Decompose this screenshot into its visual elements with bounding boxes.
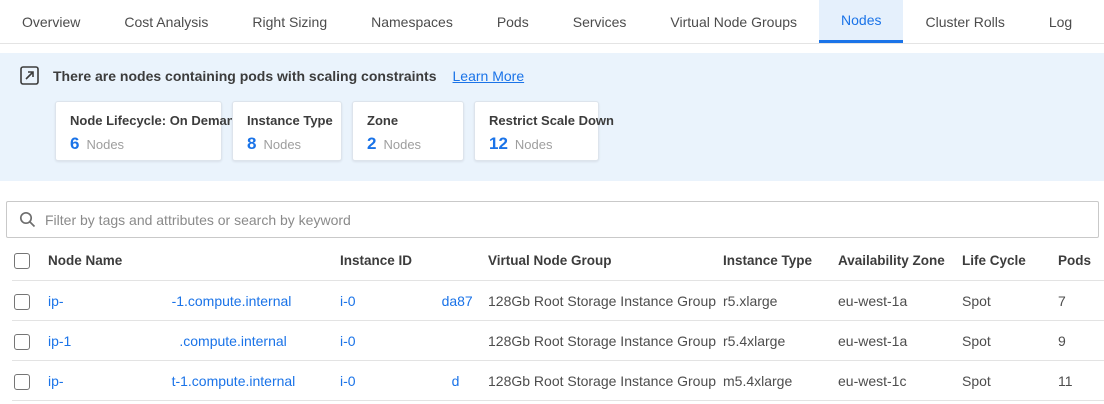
node-name-suffix: -1.compute.internal [172, 293, 292, 309]
instance-id-link[interactable]: i-0 da87 [340, 293, 488, 309]
redacted-text [356, 294, 442, 306]
virtual-node-group-value: 128Gb Root Storage Instance Group [488, 373, 723, 389]
redacted-text [356, 374, 452, 386]
instance-id-prefix: i-0 [340, 333, 356, 349]
redacted-text [64, 374, 172, 386]
row-checkbox[interactable] [14, 374, 30, 390]
scale-out-icon [20, 66, 39, 85]
availability-zone-value: eu-west-1c [838, 373, 962, 389]
pods-count: 11 [1058, 373, 1104, 389]
tab-namespaces[interactable]: Namespaces [349, 0, 475, 43]
tab-right-sizing[interactable]: Right Sizing [230, 0, 349, 43]
pods-count: 9 [1058, 333, 1104, 349]
card-title: Instance Type [247, 113, 327, 128]
tab-cost-analysis[interactable]: Cost Analysis [102, 0, 230, 43]
column-header-node-name[interactable]: Node Name [48, 253, 340, 268]
filter-search-box [6, 201, 1099, 238]
column-header-availability-zone[interactable]: Availability Zone [838, 253, 962, 268]
card-title: Restrict Scale Down [489, 113, 584, 128]
availability-zone-value: eu-west-1a [838, 293, 962, 309]
learn-more-link[interactable]: Learn More [453, 68, 525, 84]
tab-cluster-rolls[interactable]: Cluster Rolls [903, 0, 1026, 43]
availability-zone-value: eu-west-1a [838, 333, 962, 349]
virtual-node-group-value: 128Gb Root Storage Instance Group [488, 333, 723, 349]
instance-id-prefix: i-0 [340, 293, 356, 309]
instance-type-value: m5.4xlarge [723, 373, 838, 389]
node-name-suffix: t-1.compute.internal [172, 373, 296, 389]
node-name-link[interactable]: ip-1 .compute.internal [48, 333, 340, 349]
card-unit: Nodes [383, 137, 421, 152]
pods-count: 7 [1058, 293, 1104, 309]
card-title: Node Lifecycle: On Demand [70, 113, 207, 128]
card-node-lifecycle[interactable]: Node Lifecycle: On Demand 6 Nodes [55, 101, 222, 161]
card-unit: Nodes [86, 137, 124, 152]
card-restrict-scale-down[interactable]: Restrict Scale Down 12 Nodes [474, 101, 599, 161]
virtual-node-group-value: 128Gb Root Storage Instance Group [488, 293, 723, 309]
banner-message: There are nodes containing pods with sca… [53, 68, 437, 84]
search-icon [19, 211, 36, 228]
tab-services[interactable]: Services [551, 0, 649, 43]
card-count: 8 [247, 134, 256, 154]
card-title: Zone [367, 113, 449, 128]
card-unit: Nodes [263, 137, 301, 152]
column-header-virtual-node-group[interactable]: Virtual Node Group [488, 253, 723, 268]
tab-bar: Overview Cost Analysis Right Sizing Name… [0, 0, 1104, 44]
column-header-life-cycle[interactable]: Life Cycle [962, 253, 1058, 268]
scaling-constraints-panel: There are nodes containing pods with sca… [0, 53, 1104, 181]
table-row: ip- -1.compute.internal i-0 da87 128Gb Roo… [0, 281, 1104, 321]
node-name-prefix: ip-1 [48, 333, 71, 349]
card-count: 6 [70, 134, 79, 154]
node-name-link[interactable]: ip- -1.compute.internal [48, 293, 340, 309]
life-cycle-value: Spot [962, 293, 1058, 309]
card-zone[interactable]: Zone 2 Nodes [352, 101, 464, 161]
tab-nodes[interactable]: Nodes [819, 0, 903, 43]
instance-id-link[interactable]: i-0 [340, 333, 488, 349]
table-row: ip-t-1.compute.internal i-0 d 128Gb Root … [0, 361, 1104, 401]
row-checkbox[interactable] [14, 294, 30, 310]
redacted-text [71, 334, 179, 346]
table-header-row: Node Name Instance ID Virtual Node Group… [0, 240, 1104, 281]
instance-id-link[interactable]: i-0 d [340, 373, 488, 389]
banner: There are nodes containing pods with sca… [20, 66, 1084, 85]
instance-type-value: r5.xlarge [723, 293, 838, 309]
node-name-link[interactable]: ip-t-1.compute.internal [48, 373, 340, 389]
node-name-suffix: .compute.internal [179, 333, 286, 349]
nodes-table: Node Name Instance ID Virtual Node Group… [0, 240, 1104, 401]
card-instance-type[interactable]: Instance Type 8 Nodes [232, 101, 342, 161]
node-name-prefix: ip- [48, 293, 64, 309]
search-input[interactable] [45, 212, 1098, 228]
tab-overview[interactable]: Overview [0, 0, 102, 43]
instance-type-value: r5.4xlarge [723, 333, 838, 349]
instance-id-suffix: da87 [442, 293, 473, 309]
row-checkbox[interactable] [14, 334, 30, 350]
tab-pods[interactable]: Pods [475, 0, 551, 43]
constraint-cards: Node Lifecycle: On Demand 6 Nodes Instan… [55, 101, 1084, 161]
card-count: 2 [367, 134, 376, 154]
column-header-instance-type[interactable]: Instance Type [723, 253, 838, 268]
life-cycle-value: Spot [962, 333, 1058, 349]
redacted-text [356, 334, 456, 346]
tab-virtual-node-groups[interactable]: Virtual Node Groups [648, 0, 819, 43]
redacted-text [64, 294, 172, 306]
instance-id-prefix: i-0 [340, 373, 356, 389]
column-header-instance-id[interactable]: Instance ID [340, 253, 488, 268]
life-cycle-value: Spot [962, 373, 1058, 389]
tab-log[interactable]: Log [1027, 0, 1094, 43]
select-all-checkbox[interactable] [14, 253, 30, 269]
card-count: 12 [489, 134, 508, 154]
column-header-pods[interactable]: Pods [1058, 253, 1104, 268]
node-name-prefix: ip- [48, 373, 64, 389]
instance-id-suffix: d [452, 373, 460, 389]
card-unit: Nodes [515, 137, 553, 152]
table-row: ip-1 .compute.internal i-0 128Gb Root Sto… [0, 321, 1104, 361]
